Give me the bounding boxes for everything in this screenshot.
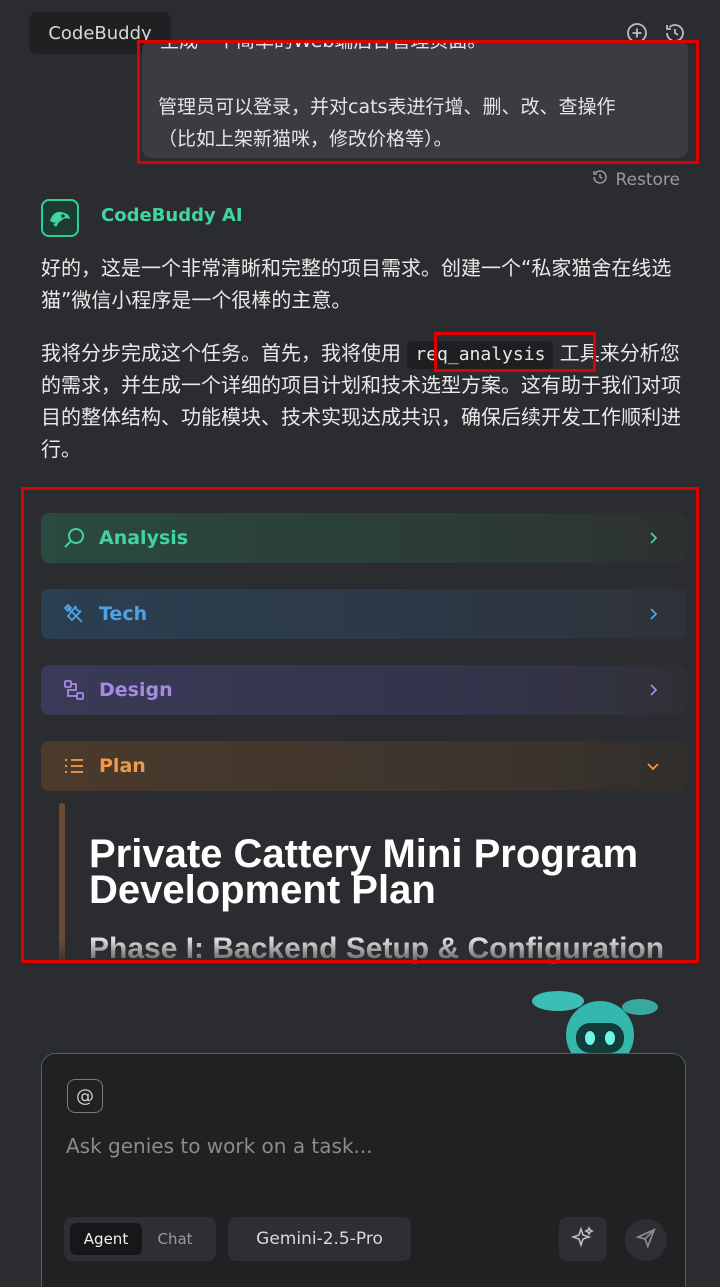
accordion-design[interactable]: Design: [41, 665, 687, 715]
content-fade: [20, 940, 700, 970]
search-icon: [61, 525, 87, 551]
plan-title: Private Cattery Mini Program Development…: [89, 832, 639, 912]
send-icon: [635, 1227, 657, 1253]
mention-button[interactable]: @: [67, 1079, 103, 1113]
restore-label: Restore: [615, 169, 680, 190]
accordion-label: Tech: [99, 603, 148, 625]
tools-icon: [61, 601, 87, 627]
sparkle-icon: [570, 1225, 595, 1253]
chevron-right-icon: [650, 532, 658, 544]
restore-button[interactable]: Restore: [591, 168, 680, 191]
codebuddy-logo-icon: [41, 199, 79, 237]
send-button[interactable]: [625, 1219, 667, 1261]
chevron-right-icon: [650, 608, 658, 620]
chevron-down-icon: [647, 763, 659, 771]
list-icon: [61, 753, 87, 779]
accordion-label: Plan: [99, 755, 146, 777]
accordion-label: Design: [99, 679, 173, 701]
user-message-cut-line: 生成一个简单的Web端后台管理页面。: [160, 40, 487, 52]
task-input[interactable]: [66, 1126, 656, 1166]
mode-agent-button[interactable]: Agent: [70, 1223, 142, 1255]
accordion-analysis[interactable]: Analysis: [41, 513, 687, 563]
user-message-line: （比如上架新猫咪，修改价格等）。: [158, 128, 453, 150]
plan-content-bar: [59, 803, 65, 963]
tool-name-code: req_analysis: [407, 341, 554, 369]
mode-switch: Agent Chat: [64, 1217, 216, 1261]
assistant-paragraph: 好的，这是一个非常清晰和完整的项目需求。创建一个“私家猫舍在线选猫”微信小程序是…: [41, 256, 672, 312]
accordion-tech[interactable]: Tech: [41, 589, 687, 639]
user-message: 生成一个简单的Web端后台管理页面。 管理员可以登录，并对cats表进行增、删、…: [142, 40, 688, 158]
assistant-paragraph: 我将分步完成这个任务。首先，我将使用 req_analysis 工具来分析您的需…: [41, 337, 691, 465]
design-flow-icon: [61, 677, 87, 703]
user-message-line: 管理员可以登录，并对cats表进行增、删、改、查操作: [158, 96, 616, 118]
accordion-label: Analysis: [99, 527, 189, 549]
mode-chat-button[interactable]: Chat: [142, 1223, 208, 1255]
model-select[interactable]: Gemini-2.5-Pro: [228, 1217, 411, 1261]
assistant-name: CodeBuddy AI: [101, 205, 243, 226]
composer-panel: @ Agent Chat Gemini-2.5-Pro: [41, 1053, 686, 1287]
accordion-plan[interactable]: Plan: [41, 741, 687, 791]
assistant-text: 我将分步完成这个任务。首先，我将使用: [41, 341, 408, 365]
chevron-right-icon: [650, 684, 658, 696]
restore-icon: [591, 168, 609, 191]
enhance-prompt-button[interactable]: [559, 1217, 607, 1261]
